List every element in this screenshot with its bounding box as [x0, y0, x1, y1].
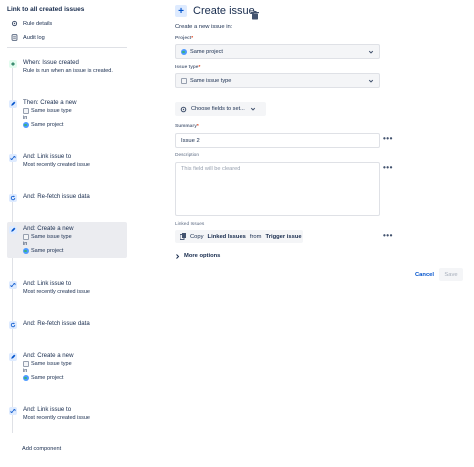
- divider: [7, 47, 127, 48]
- summary-input[interactable]: Issue 2: [175, 133, 380, 148]
- project-icon: [181, 48, 187, 55]
- page-title: Create issue: [193, 5, 255, 17]
- edit-icon: [9, 353, 17, 361]
- audit-log-link[interactable]: Audit log: [11, 34, 45, 41]
- refresh-icon: [9, 194, 17, 202]
- linked-issues-more-icon[interactable]: •••: [383, 232, 393, 240]
- plus-icon: +: [175, 5, 187, 17]
- issue-type-icon: [23, 108, 29, 114]
- edit-icon: [9, 226, 17, 234]
- rule-details-link[interactable]: Rule details: [11, 20, 52, 27]
- cancel-button[interactable]: Cancel: [415, 272, 434, 278]
- link-icon: [9, 281, 17, 289]
- refresh-icon: [9, 321, 17, 329]
- component-editor: + Create issue Create a new issue in: Pr…: [172, 0, 474, 467]
- issue-type-value: Same issue type: [190, 77, 232, 84]
- create-issue-step-selected[interactable]: And: Create a new Same issue type in Sam…: [7, 222, 127, 258]
- step-title: And: Link issue to: [23, 280, 72, 287]
- save-button[interactable]: Save: [439, 268, 463, 281]
- step-issue-type: Same issue type: [23, 234, 72, 240]
- step-title: Then: Create a new: [23, 99, 77, 106]
- step-title: And: Link issue to: [23, 153, 72, 160]
- more-options-label: More options: [184, 253, 221, 259]
- issue-type-icon: [181, 77, 187, 84]
- step-in: in: [23, 241, 28, 247]
- step-detail: Most recently created issue: [23, 415, 90, 421]
- delete-icon[interactable]: [251, 7, 259, 20]
- step-issue-type: Same issue type: [23, 361, 72, 367]
- issue-type-icon: [23, 234, 29, 240]
- plus-icon: [9, 60, 17, 68]
- rule-sidebar: Link to all created issues Rule details …: [0, 0, 128, 467]
- project-icon: [23, 122, 29, 128]
- step-detail: Most recently created issue: [23, 289, 90, 295]
- list-icon: [11, 34, 18, 41]
- summary-more-icon[interactable]: •••: [383, 135, 393, 143]
- summary-label: Summary*: [175, 124, 199, 129]
- refetch-step[interactable]: And: Re-fetch issue data: [7, 192, 127, 204]
- project-value: Same project: [190, 48, 223, 55]
- step-title: And: Re-fetch issue data: [23, 193, 90, 200]
- step-issue-type: Same issue type: [23, 108, 72, 114]
- chevron-down-icon: [368, 50, 374, 54]
- rule-title: Link to all created issues: [7, 6, 85, 13]
- project-label: Project*: [175, 36, 194, 41]
- audit-log-label: Audit log: [23, 34, 45, 41]
- linked-issues-label: Linked Issues: [175, 222, 205, 227]
- step-title: And: Create a new: [23, 225, 74, 232]
- issue-type-icon: [23, 361, 29, 367]
- description-textarea[interactable]: This field will be cleared: [175, 162, 380, 216]
- description-label: Description: [175, 153, 199, 158]
- edit-icon: [9, 100, 17, 108]
- settings-icon: [11, 20, 18, 27]
- create-issue-step[interactable]: And: Create a new Same issue type in Sam…: [7, 351, 127, 385]
- copy-icon: [180, 233, 186, 240]
- chevron-right-icon: [176, 253, 180, 259]
- rule-details-label: Rule details: [23, 20, 53, 27]
- gear-icon: [180, 106, 187, 112]
- description-more-icon[interactable]: •••: [383, 164, 393, 172]
- issue-type-select[interactable]: Same issue type: [175, 73, 380, 88]
- project-icon: [23, 248, 29, 254]
- chevron-down-icon: [368, 79, 374, 83]
- issue-type-label: Issue type*: [175, 65, 201, 70]
- step-title: When: Issue created: [23, 59, 79, 66]
- linked-issues-field[interactable]: Copy Linked Issues from Trigger issue: [175, 230, 303, 243]
- step-project: Same project: [23, 375, 63, 381]
- link-icon: [9, 154, 17, 162]
- step-title: And: Link issue to: [23, 406, 72, 413]
- project-icon: [23, 375, 29, 381]
- add-component-button[interactable]: Add component: [22, 446, 61, 452]
- step-in: in: [23, 368, 28, 374]
- link-issue-step[interactable]: And: Link issue to Most recently created…: [7, 405, 127, 425]
- more-options-toggle[interactable]: More options: [175, 253, 220, 259]
- subheading: Create a new issue in:: [175, 24, 233, 30]
- choose-fields-button[interactable]: Choose fields to set...: [175, 102, 266, 116]
- link-issue-step[interactable]: And: Link issue to Most recently created…: [7, 279, 127, 299]
- step-detail: Rule is run when an issue is created.: [23, 68, 113, 74]
- step-project: Same project: [23, 248, 63, 254]
- link-icon: [9, 407, 17, 415]
- link-issue-step[interactable]: And: Link issue to Most recently created…: [7, 152, 127, 172]
- step-in: in: [23, 115, 28, 121]
- project-select[interactable]: Same project: [175, 44, 380, 59]
- trigger-step[interactable]: When: Issue created Rule is run when an …: [7, 58, 127, 78]
- chevron-down-icon: [250, 107, 255, 111]
- create-issue-step[interactable]: Then: Create a new Same issue type in Sa…: [7, 98, 127, 132]
- choose-fields-label: Choose fields to set...: [191, 106, 245, 112]
- step-title: And: Re-fetch issue data: [23, 320, 90, 327]
- step-project: Same project: [23, 122, 63, 128]
- step-title: And: Create a new: [23, 352, 74, 359]
- step-detail: Most recently created issue: [23, 162, 90, 168]
- refetch-step[interactable]: And: Re-fetch issue data: [7, 319, 127, 331]
